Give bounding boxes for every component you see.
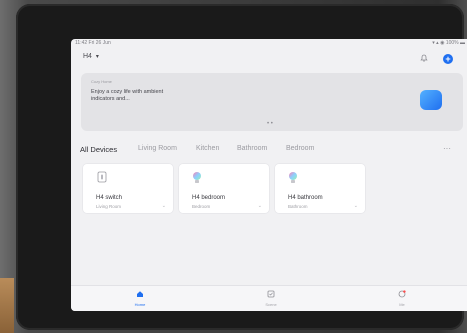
nav-me-label: Me — [399, 302, 405, 307]
bottom-nav: Home Scene Me — [71, 285, 467, 311]
nav-me[interactable]: Me — [382, 290, 422, 307]
nav-scene-label: Scene — [265, 302, 277, 307]
device-card-switch[interactable]: H4 switch Living Room ⌄ — [82, 163, 174, 214]
profile-icon — [382, 290, 422, 300]
device-name: H4 switch — [96, 195, 123, 201]
room-tabs: All Devices Living Room Kitchen Bathroom… — [80, 145, 462, 157]
smart-cube-icon — [420, 90, 442, 110]
nav-scene[interactable]: Scene — [251, 290, 291, 307]
chevron-down-icon: ▾ — [95, 54, 99, 60]
chevron-down-icon[interactable]: ⌄ — [354, 203, 358, 209]
device-name: H4 bathroom — [288, 195, 323, 201]
bulb-icon — [288, 171, 298, 185]
device-card-bathroom[interactable]: H4 bathroom Bathroom ⌄ — [274, 163, 366, 214]
tab-all-devices[interactable]: All Devices — [80, 145, 117, 154]
device-name: H4 bedroom — [192, 195, 226, 201]
app-screen: 11:42 Fri 26 Jun ▾ ▴ ◉ 100% ▬ H4 ▾ + Coz… — [71, 39, 467, 311]
promo-banner[interactable]: Cozy Home Enjoy a cozy life with ambient… — [81, 73, 463, 131]
more-options-icon[interactable]: ··· — [443, 144, 451, 153]
chevron-down-icon[interactable]: ⌄ — [162, 203, 166, 209]
bulb-icon — [192, 171, 202, 185]
device-card-bedroom[interactable]: H4 bedroom Bedroom ⌄ — [178, 163, 270, 214]
tab-bathroom[interactable]: Bathroom — [237, 145, 267, 152]
tab-kitchen[interactable]: Kitchen — [196, 145, 219, 152]
status-bar: 11:42 Fri 26 Jun ▾ ▴ ◉ 100% ▬ — [71, 39, 467, 47]
home-icon — [120, 290, 160, 300]
nav-home-label: Home — [134, 302, 146, 307]
scene-icon — [251, 290, 291, 300]
home-title: H4 — [83, 53, 92, 60]
status-icons: ▾ ▴ ◉ 100% ▬ — [432, 40, 465, 46]
device-room: Bedroom — [192, 204, 211, 209]
bell-icon[interactable] — [420, 54, 428, 62]
tab-bedroom[interactable]: Bedroom — [286, 145, 314, 152]
tablet-bezel: 11:42 Fri 26 Jun ▾ ▴ ◉ 100% ▬ H4 ▾ + Coz… — [16, 4, 467, 330]
home-selector[interactable]: H4 ▾ — [83, 53, 99, 60]
banner-pager: • • — [267, 121, 273, 127]
status-time: 11:42 Fri 26 Jun — [75, 40, 111, 46]
wooden-edge — [0, 278, 14, 333]
plus-icon: + — [445, 54, 451, 64]
add-device-button[interactable]: + — [443, 54, 453, 64]
chevron-down-icon[interactable]: ⌄ — [258, 203, 262, 209]
banner-text: Enjoy a cozy life with ambient indicator… — [91, 89, 164, 102]
banner-kicker: Cozy Home — [91, 79, 112, 84]
device-room: Living Room — [96, 204, 122, 209]
nav-home[interactable]: Home — [120, 290, 160, 307]
tab-living-room[interactable]: Living Room — [138, 145, 177, 152]
device-room: Bathroom — [288, 204, 308, 209]
switch-icon — [97, 171, 107, 183]
